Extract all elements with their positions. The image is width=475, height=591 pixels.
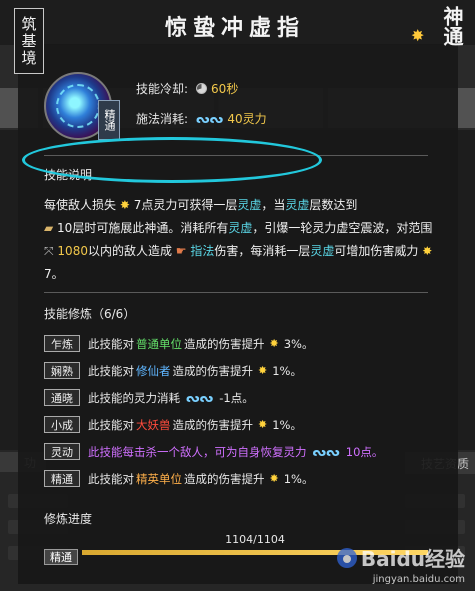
brand: ✸ 神通	[411, 6, 467, 68]
scroll-icon: ▰	[44, 221, 58, 235]
divider	[44, 292, 428, 293]
sun-icon: ✸	[269, 472, 279, 485]
mastery-badge: 精通	[98, 100, 120, 140]
brand-logo: 神通	[440, 6, 464, 46]
sun-icon: ✸	[269, 337, 279, 350]
range-icon: ⤧	[44, 244, 58, 258]
cooldown-label: 技能冷却:	[136, 82, 189, 96]
mod-row: 灵动 此技能每击杀一个敌人，可为自身恢复灵力 ᔓᔓ 10点。	[44, 438, 444, 465]
spark-icon: ✸	[411, 26, 425, 45]
clock-icon	[196, 83, 208, 94]
realm-badge: 筑基境	[14, 8, 44, 74]
spirit-icon: ᔓᔓ	[196, 111, 224, 126]
sun-icon: ✸	[116, 198, 134, 212]
mod-row: 小成 此技能对 大妖兽 造成的伤害提升 ✸ 1%。	[44, 411, 444, 438]
spirit-icon: ᔓᔓ	[186, 390, 214, 405]
skill-detail-panel: 精通 技能冷却: 60秒 施法消耗: ᔓᔓ 40灵力 技能说明 每使敌人损失 ✸ …	[18, 44, 458, 584]
finger-icon: ☛	[171, 244, 191, 258]
skill-title: 惊蛰冲虚指	[164, 15, 305, 41]
mod-tag: 灵动	[44, 443, 80, 460]
progress-label: 修炼进度	[44, 512, 93, 526]
watermark-url: jingyan.baidu.com	[372, 574, 465, 585]
mod-tag: 通晓	[44, 389, 80, 406]
mod-tag: 精通	[44, 470, 80, 487]
watermark: Baidu经验 jingyan.baidu.com	[315, 543, 465, 585]
progress-tag: 精通	[44, 549, 78, 565]
cost-label: 施法消耗:	[136, 112, 189, 126]
sun-icon: ✸	[258, 364, 268, 377]
sun-icon: ✸	[258, 418, 268, 431]
modifications-title: 技能修炼（6/6）	[44, 307, 136, 321]
skill-description: 每使敌人损失 ✸ 7点灵力可获得一层灵虚，当灵虚层数达到 ▰ 10层时可施展此神…	[44, 198, 433, 281]
modifications-list: 乍炼 此技能对 普通单位 造成的伤害提升 ✸ 3%。 娴熟 此技能对 修仙者 造成的伤害提升…	[44, 330, 444, 492]
mod-row: 通晓 此技能的灵力消耗 ᔓᔓ -1点。	[44, 384, 444, 411]
mod-tag: 乍炼	[44, 335, 80, 352]
spirit-icon: ᔓᔓ	[312, 444, 340, 459]
cost-value: 40灵力	[227, 112, 267, 126]
cooldown-value: 60秒	[211, 82, 239, 96]
highlight-annotation	[22, 137, 322, 183]
watermark-main: Baidu经验	[360, 547, 465, 571]
mod-tag: 娴熟	[44, 362, 80, 379]
mod-row: 娴熟 此技能对 修仙者 造成的伤害提升 ✸ 1%。	[44, 357, 444, 384]
cost-row: 施法消耗: ᔓᔓ 40灵力	[136, 110, 267, 127]
mod-row: 乍炼 此技能对 普通单位 造成的伤害提升 ✸ 3%。	[44, 330, 444, 357]
paw-icon	[336, 547, 357, 568]
mod-row: 精通 此技能对 精英单位 造成的伤害提升 ✸ 1%。	[44, 465, 444, 492]
cooldown-row: 技能冷却: 60秒	[136, 80, 238, 97]
title-bar: 惊蛰冲虚指	[45, 8, 425, 44]
mod-tag: 小成	[44, 416, 80, 433]
sun-icon: ✸	[418, 244, 433, 258]
